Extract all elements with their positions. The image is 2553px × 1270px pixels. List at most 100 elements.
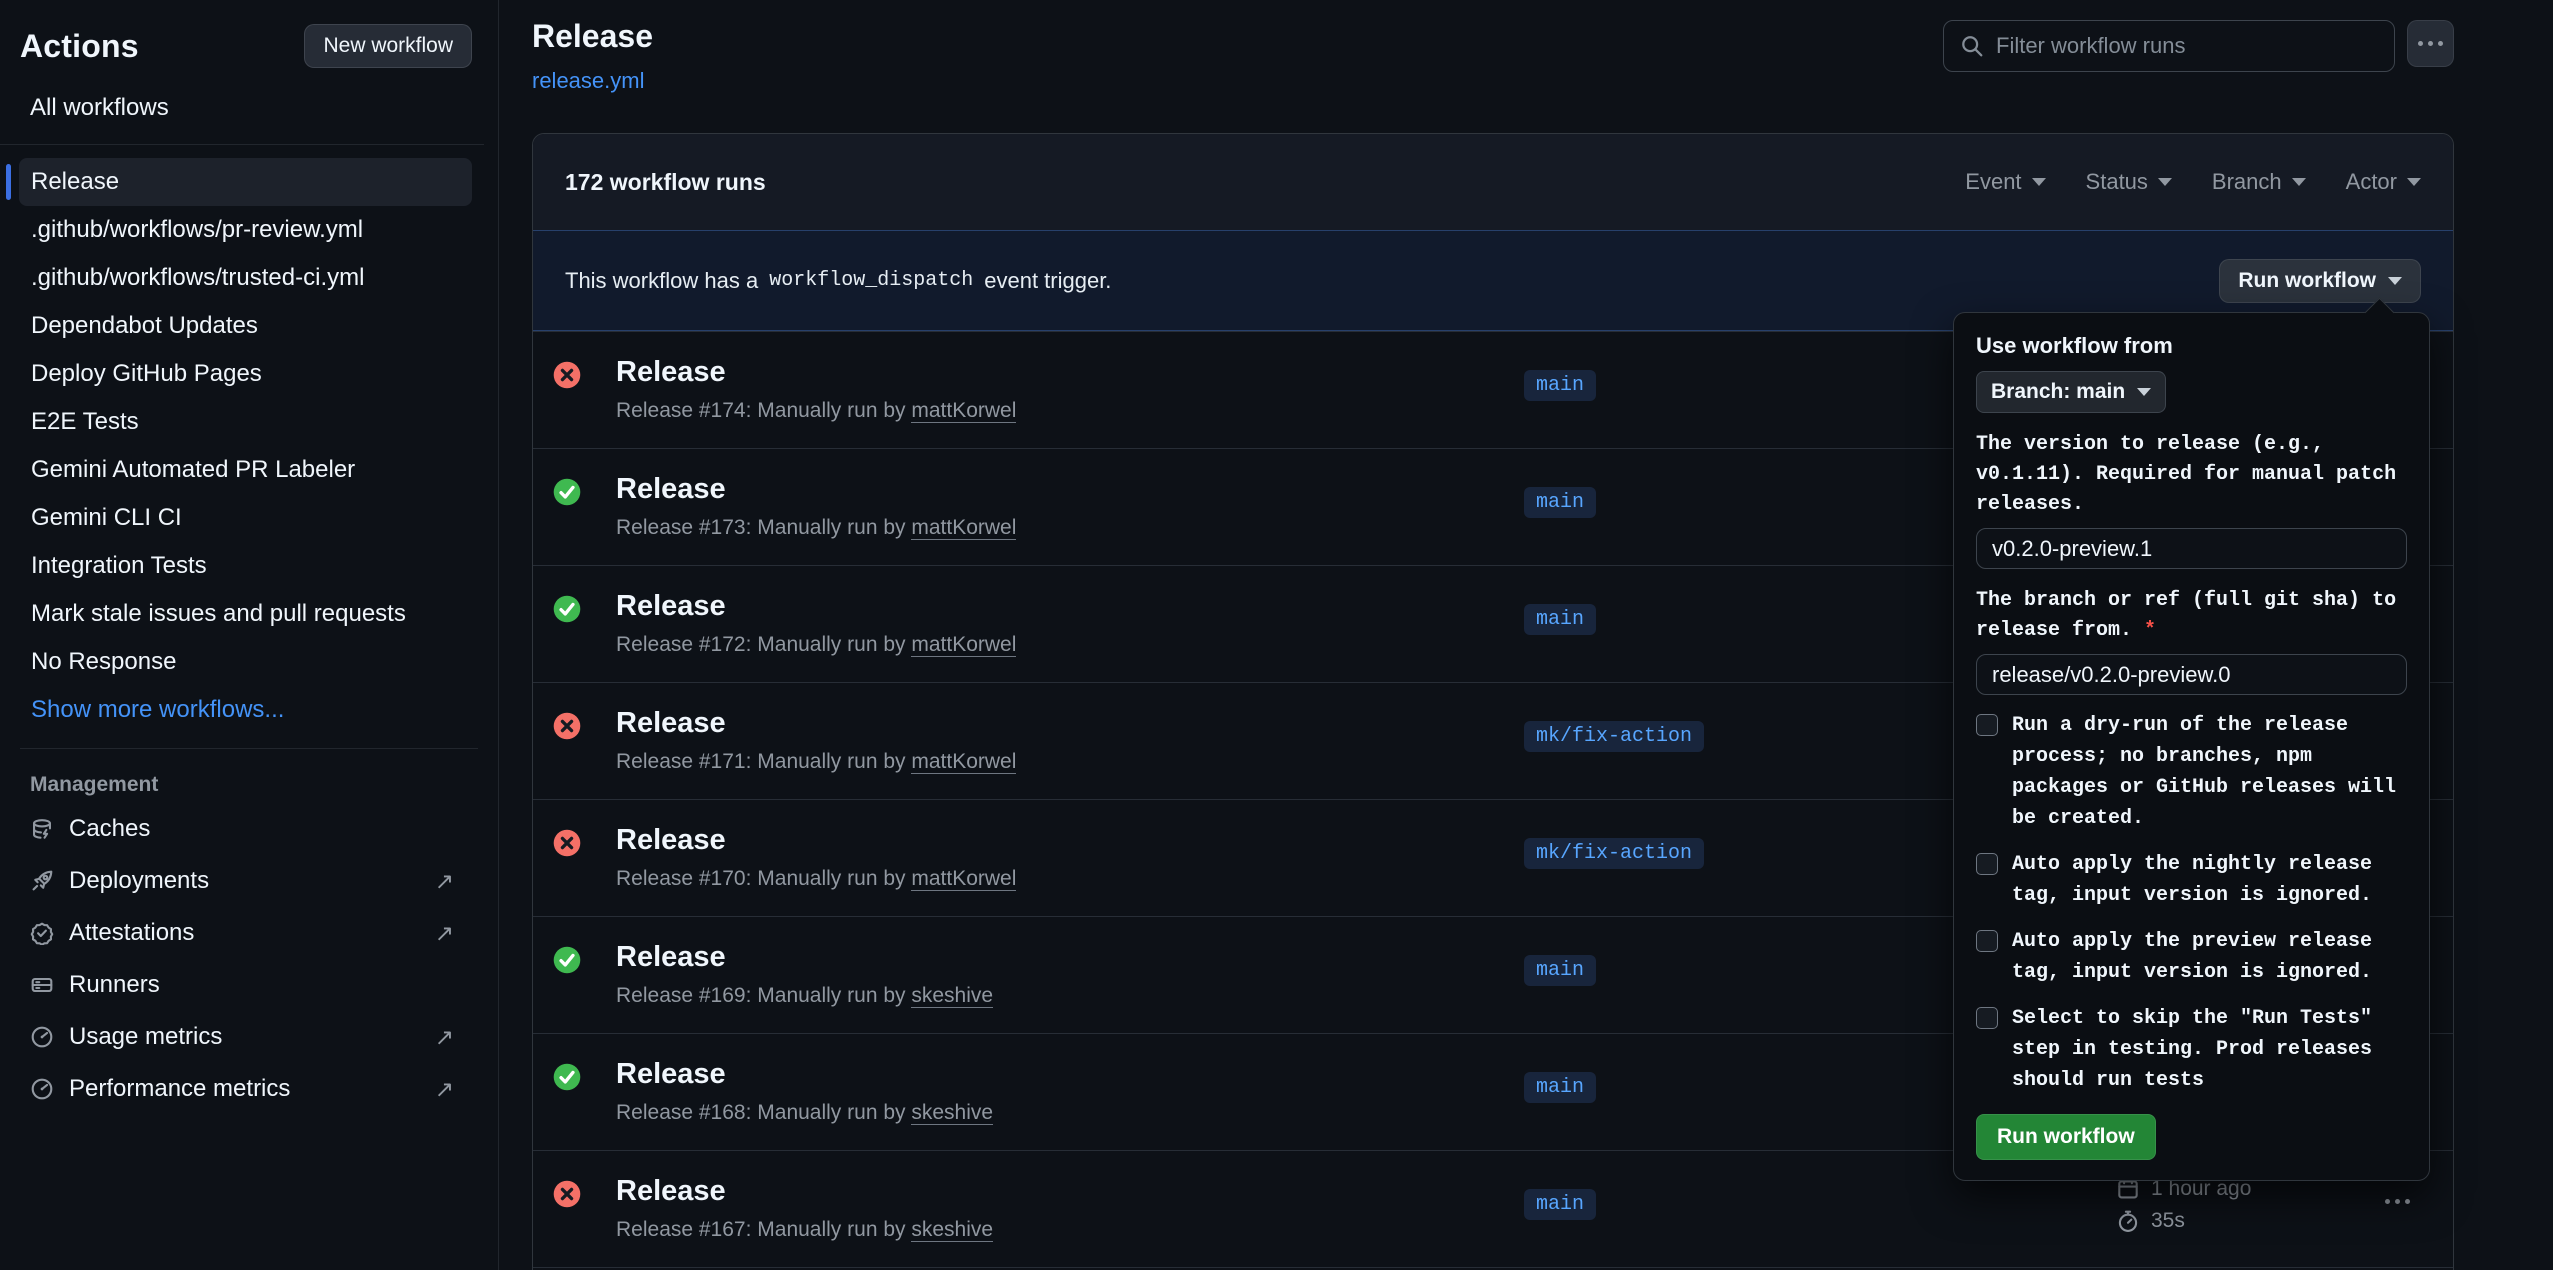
run-duration: 35s <box>2151 1209 2185 1233</box>
banner-text: This workflow has a <box>565 268 758 294</box>
branch-badge[interactable]: main <box>1524 370 1596 401</box>
version-input[interactable] <box>1976 528 2407 569</box>
run-title-link[interactable]: Release <box>616 941 1516 974</box>
chevron-down-icon <box>2032 178 2046 186</box>
workflow-options-kebab-button[interactable] <box>2407 20 2454 67</box>
run-description: Release #174: Manually run by mattKorwel <box>616 399 1516 423</box>
workflow-page-title: Release <box>532 18 653 55</box>
chevron-down-icon <box>2137 388 2151 396</box>
filter-status-dropdown[interactable]: Status <box>2086 169 2172 195</box>
runs-count: 172 workflow runs <box>565 169 766 196</box>
preview-tag-option: Auto apply the preview release tag, inpu… <box>1976 926 2407 988</box>
sidebar-item-release[interactable]: Release <box>19 158 472 206</box>
dry-run-checkbox[interactable] <box>1976 714 1998 736</box>
runs-list-header: 172 workflow runs Event Status Branch Ac… <box>533 134 2453 230</box>
sidebar-item-caches[interactable]: Caches <box>0 803 498 855</box>
sidebar-item-deploy-github-pages[interactable]: Deploy GitHub Pages <box>19 350 472 398</box>
run-options-kebab-button[interactable] <box>2369 1199 2425 1204</box>
all-workflows-link[interactable]: All workflows <box>30 94 498 144</box>
version-field-label: The version to release (e.g., v0.1.11). … <box>1976 430 2407 520</box>
chevron-down-icon <box>2407 178 2421 186</box>
new-workflow-button[interactable]: New workflow <box>304 24 472 68</box>
success-icon <box>553 946 581 974</box>
sidebar-item-label: Deployments <box>69 867 209 895</box>
branch-badge[interactable]: mk/fix-action <box>1524 838 1704 869</box>
sidebar-item-mark-stale[interactable]: Mark stale issues and pull requests <box>19 590 472 638</box>
run-workflow-submit-button[interactable]: Run workflow <box>1976 1114 2156 1160</box>
branch-badge[interactable]: main <box>1524 604 1596 635</box>
branch-badge[interactable]: main <box>1524 955 1596 986</box>
verified-badge-icon <box>30 921 54 945</box>
filter-branch-dropdown[interactable]: Branch <box>2212 169 2306 195</box>
management-section-label: Management <box>30 773 498 797</box>
run-title-link[interactable]: Release <box>616 1058 1516 1091</box>
sidebar-item-trusted-ci[interactable]: .github/workflows/trusted-ci.yml <box>19 254 472 302</box>
success-icon <box>553 946 581 974</box>
actor-link[interactable]: mattKorwel <box>911 750 1016 774</box>
branch-badge[interactable]: main <box>1524 487 1596 518</box>
branch-selector-button[interactable]: Branch: main <box>1976 371 2166 413</box>
branch-badge[interactable]: main <box>1524 1189 1596 1220</box>
sidebar-item-integration-tests[interactable]: Integration Tests <box>19 542 472 590</box>
run-description: Release #168: Manually run by skeshive <box>616 1101 1516 1125</box>
failure-icon <box>553 712 581 740</box>
sidebar-divider <box>20 748 478 749</box>
dry-run-option: Run a dry-run of the release process; no… <box>1976 710 2407 834</box>
sidebar-item-no-response[interactable]: No Response <box>19 638 472 686</box>
actor-link[interactable]: mattKorwel <box>911 516 1016 540</box>
run-workflow-dropdown-button[interactable]: Run workflow <box>2219 259 2421 303</box>
sidebar-item-performance-metrics[interactable]: Performance metrics <box>0 1063 498 1115</box>
workflow-list: Release .github/workflows/pr-review.yml … <box>0 145 498 734</box>
ref-input[interactable] <box>1976 654 2407 695</box>
preview-tag-checkbox[interactable] <box>1976 930 1998 952</box>
run-title-link[interactable]: Release <box>616 824 1516 857</box>
filter-actor-dropdown[interactable]: Actor <box>2346 169 2421 195</box>
skip-tests-checkbox[interactable] <box>1976 1007 1998 1029</box>
run-title-link[interactable]: Release <box>616 707 1516 740</box>
sidebar-item-pr-review[interactable]: .github/workflows/pr-review.yml <box>19 206 472 254</box>
run-title-link[interactable]: Release <box>616 590 1516 623</box>
run-title-link[interactable]: Release <box>616 473 1516 506</box>
external-link-icon <box>435 1025 454 1049</box>
run-description: Release #171: Manually run by mattKorwel <box>616 750 1516 774</box>
success-icon <box>553 478 581 506</box>
skip-tests-option: Select to skip the "Run Tests" step in t… <box>1976 1003 2407 1096</box>
run-title-link[interactable]: Release <box>616 356 1516 389</box>
failure-icon <box>553 829 581 857</box>
success-icon <box>553 1063 581 1091</box>
actor-link[interactable]: skeshive <box>911 1218 993 1242</box>
actor-link[interactable]: skeshive <box>911 1101 993 1125</box>
branch-badge[interactable]: main <box>1524 1072 1596 1103</box>
success-icon <box>553 478 581 506</box>
sidebar-item-attestations[interactable]: Attestations <box>0 907 498 959</box>
sidebar-item-label: Performance metrics <box>69 1075 290 1103</box>
runs-filters: Event Status Branch Actor <box>1965 169 2421 195</box>
run-description: Release #167: Manually run by skeshive <box>616 1218 1516 1242</box>
external-link-icon <box>435 869 454 893</box>
show-more-workflows-link[interactable]: Show more workflows... <box>19 686 472 734</box>
sidebar-item-usage-metrics[interactable]: Usage metrics <box>0 1011 498 1063</box>
nightly-tag-checkbox[interactable] <box>1976 853 1998 875</box>
actor-link[interactable]: mattKorwel <box>911 399 1016 423</box>
filter-event-dropdown[interactable]: Event <box>1965 169 2045 195</box>
actor-link[interactable]: mattKorwel <box>911 867 1016 891</box>
failure-icon <box>553 829 581 857</box>
filter-workflow-runs-box <box>1943 20 2395 72</box>
sidebar-item-deployments[interactable]: Deployments <box>0 855 498 907</box>
failure-icon <box>553 1180 581 1208</box>
gauge-icon <box>30 1025 54 1049</box>
sidebar-item-dependabot-updates[interactable]: Dependabot Updates <box>19 302 472 350</box>
run-title-link[interactable]: Release <box>616 1175 1516 1208</box>
sidebar-item-gemini-cli-ci[interactable]: Gemini CLI CI <box>19 494 472 542</box>
sidebar-item-label: Attestations <box>69 919 194 947</box>
sidebar-item-runners[interactable]: Runners <box>0 959 498 1011</box>
actor-link[interactable]: mattKorwel <box>911 633 1016 657</box>
sidebar-item-e2e-tests[interactable]: E2E Tests <box>19 398 472 446</box>
success-icon <box>553 1063 581 1091</box>
branch-badge[interactable]: mk/fix-action <box>1524 721 1704 752</box>
actor-link[interactable]: skeshive <box>911 984 993 1008</box>
filter-workflow-runs-input[interactable] <box>1996 33 2378 59</box>
sidebar-item-gemini-pr-labeler[interactable]: Gemini Automated PR Labeler <box>19 446 472 494</box>
sidebar-item-label: Caches <box>69 815 150 843</box>
workflow-file-link[interactable]: release.yml <box>532 68 644 94</box>
